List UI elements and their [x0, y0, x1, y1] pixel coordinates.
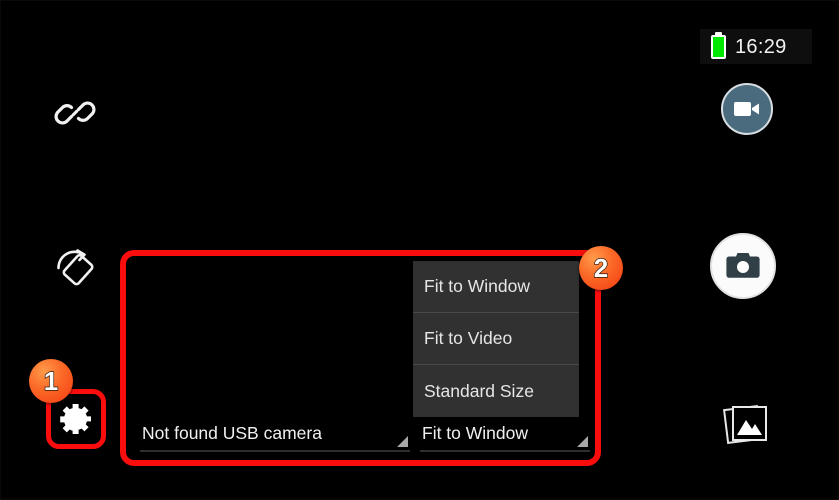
dropdown-option-standard-size[interactable]: Standard Size — [413, 365, 579, 417]
size-mode-dropdown[interactable]: Fit to Window Fit to Video Standard Size — [413, 261, 579, 417]
battery-fill — [713, 36, 724, 57]
record-video-button[interactable] — [721, 83, 773, 135]
video-camera-icon — [734, 102, 759, 116]
size-mode-spinner[interactable]: Fit to Window — [420, 416, 590, 452]
settings-gear-icon — [60, 404, 91, 434]
spinner-caret-icon — [577, 436, 588, 447]
usb-camera-spinner-value: Not found USB camera — [142, 422, 322, 443]
gallery-button[interactable] — [719, 397, 775, 453]
link-icon[interactable] — [51, 89, 99, 137]
battery-full-icon — [711, 31, 726, 59]
step-badge-2-number: 2 — [593, 253, 609, 283]
dropdown-option-fit-to-video[interactable]: Fit to Video — [413, 313, 579, 365]
rotate-screen-icon[interactable] — [51, 241, 101, 291]
photo-camera-icon — [726, 253, 760, 278]
status-bar-clock: 16:29 — [735, 35, 787, 58]
app-screen: 16:29 Not found USB camera Fit to Window… — [0, 0, 839, 500]
dropdown-option-fit-to-window[interactable]: Fit to Window — [413, 261, 579, 313]
spinner-caret-icon — [397, 436, 408, 447]
step-badge-1: 1 — [29, 359, 73, 403]
take-photo-button[interactable] — [710, 233, 776, 299]
status-bar: 16:29 — [700, 29, 812, 64]
size-mode-spinner-value: Fit to Window — [422, 422, 528, 443]
gallery-image-icon — [722, 404, 767, 445]
step-badge-2: 2 — [579, 246, 623, 290]
step-badge-1-number: 1 — [43, 366, 59, 396]
usb-camera-spinner[interactable]: Not found USB camera — [140, 416, 410, 452]
